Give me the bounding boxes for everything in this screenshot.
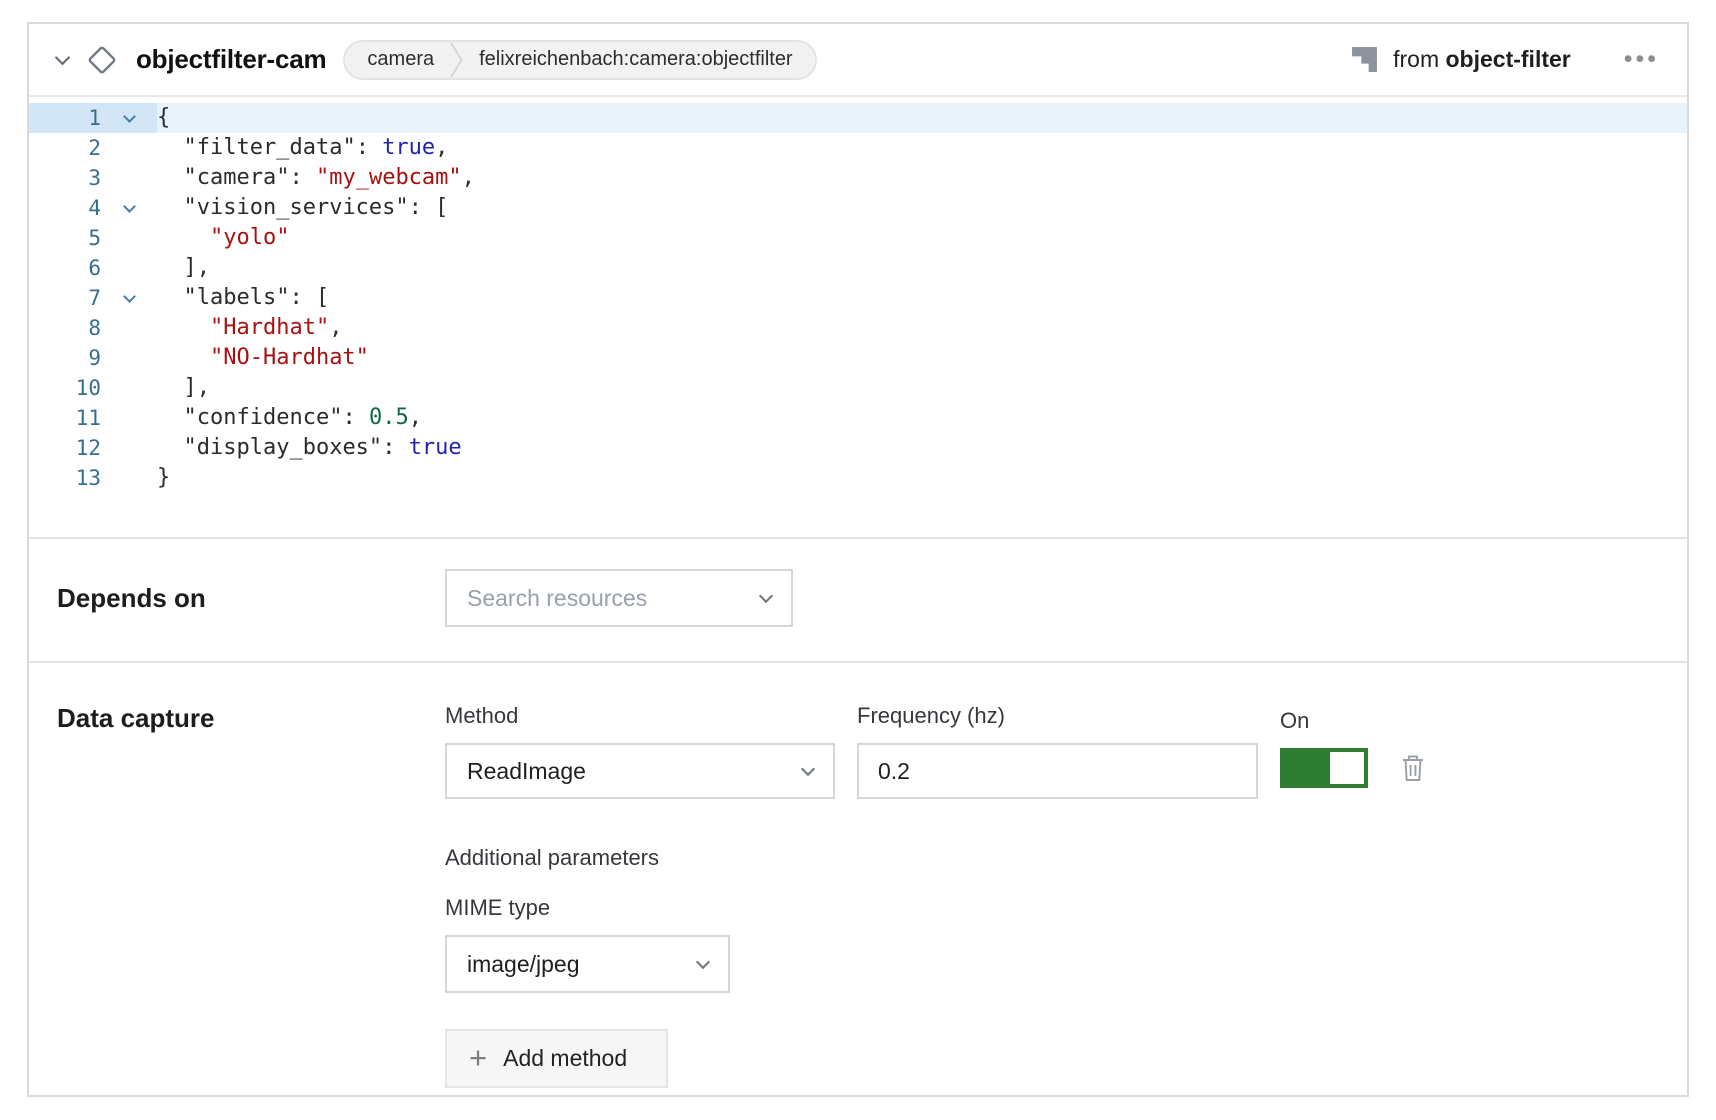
- additional-parameters-label: Additional parameters: [445, 845, 1659, 871]
- fold-chevron-icon[interactable]: [101, 283, 157, 313]
- code-line[interactable]: 8 "Hardhat",: [29, 313, 1687, 343]
- line-number: 4: [29, 193, 101, 223]
- code-line[interactable]: 10 ],: [29, 373, 1687, 403]
- mime-type-select[interactable]: image/jpeg: [445, 935, 730, 993]
- line-number: 5: [29, 223, 101, 253]
- add-method-button[interactable]: + Add method: [445, 1029, 668, 1088]
- code-text: ],: [157, 253, 210, 283]
- method-field-group: Method ReadImage: [445, 703, 835, 799]
- toggle-on-label: On: [1280, 708, 1426, 734]
- plus-icon: +: [469, 1042, 487, 1073]
- code-line[interactable]: 1{: [29, 103, 1687, 133]
- component-title: objectfilter-cam: [136, 44, 326, 75]
- line-number: 6: [29, 253, 101, 283]
- depends-on-heading: Depends on: [57, 583, 445, 614]
- code-text: "filter_data": true,: [157, 133, 448, 163]
- line-number: 12: [29, 433, 101, 463]
- code-line[interactable]: 7 "labels": [: [29, 283, 1687, 313]
- fold-gutter-spacer: [101, 313, 157, 343]
- code-text: "yolo": [157, 223, 289, 253]
- data-capture-heading: Data capture: [57, 703, 445, 734]
- chevron-down-icon: [696, 954, 710, 968]
- fold-chevron-icon[interactable]: [101, 103, 157, 133]
- code-line[interactable]: 13}: [29, 463, 1687, 493]
- depends-on-section: Depends on Search resources: [29, 539, 1687, 663]
- chevron-down-icon: [801, 761, 815, 775]
- fold-gutter-spacer: [101, 463, 157, 493]
- depends-on-search-select[interactable]: Search resources: [445, 569, 793, 627]
- code-text: "display_boxes": true: [157, 433, 462, 463]
- mime-type-value: image/jpeg: [467, 951, 698, 978]
- frequency-input[interactable]: [857, 743, 1258, 799]
- component-diamond-icon: [85, 43, 119, 77]
- chevron-down-icon: [759, 588, 773, 602]
- line-number: 2: [29, 133, 101, 163]
- module-icon: [1351, 46, 1378, 73]
- from-module-label: from object-filter: [1393, 46, 1571, 73]
- overflow-menu-button[interactable]: •••: [1624, 47, 1659, 72]
- code-text: ],: [157, 373, 210, 403]
- method-select[interactable]: ReadImage: [445, 743, 835, 799]
- line-number: 9: [29, 343, 101, 373]
- code-line[interactable]: 5 "yolo": [29, 223, 1687, 253]
- line-number: 3: [29, 163, 101, 193]
- fold-gutter-spacer: [101, 223, 157, 253]
- fold-chevron-icon[interactable]: [101, 193, 157, 223]
- code-text: "Hardhat",: [157, 313, 342, 343]
- code-text: "confidence": 0.5,: [157, 403, 422, 433]
- collapse-chevron-icon[interactable]: [57, 57, 68, 63]
- method-value: ReadImage: [467, 758, 803, 785]
- component-badge: camera felixreichenbach:camera:objectfil…: [343, 40, 816, 80]
- code-line[interactable]: 12 "display_boxes": true: [29, 433, 1687, 463]
- badge-model-label: felixreichenbach:camera:objectfilter: [479, 48, 793, 71]
- search-resources-placeholder: Search resources: [467, 585, 761, 612]
- mime-type-label: MIME type: [445, 895, 1659, 921]
- code-text: "NO-Hardhat": [157, 343, 369, 373]
- code-line[interactable]: 11 "confidence": 0.5,: [29, 403, 1687, 433]
- line-number: 7: [29, 283, 101, 313]
- badge-type-label: camera: [367, 48, 434, 71]
- ellipsis-icon: •••: [1624, 45, 1659, 73]
- fold-gutter-spacer: [101, 133, 157, 163]
- add-method-label: Add method: [503, 1045, 627, 1072]
- data-capture-toggle[interactable]: [1280, 748, 1368, 788]
- capture-toggle-group: On: [1280, 708, 1426, 788]
- frequency-label: Frequency (hz): [857, 703, 1258, 729]
- method-label: Method: [445, 703, 835, 729]
- fold-gutter-spacer: [101, 403, 157, 433]
- line-number: 11: [29, 403, 101, 433]
- data-capture-section: Data capture Method ReadImage Frequency …: [29, 663, 1687, 1097]
- fold-gutter-spacer: [101, 163, 157, 193]
- fold-gutter-spacer: [101, 433, 157, 463]
- fold-gutter-spacer: [101, 343, 157, 373]
- fold-gutter-spacer: [101, 373, 157, 403]
- code-text: }: [157, 463, 170, 493]
- card-header: objectfilter-cam camera felixreichenbach…: [29, 24, 1687, 97]
- badge-separator-icon: [450, 41, 463, 79]
- code-line[interactable]: 2 "filter_data": true,: [29, 133, 1687, 163]
- frequency-field-group: Frequency (hz): [857, 703, 1258, 799]
- code-line[interactable]: 6 ],: [29, 253, 1687, 283]
- code-text: "labels": [: [157, 283, 329, 313]
- fold-gutter-spacer: [101, 253, 157, 283]
- line-number: 8: [29, 313, 101, 343]
- line-number: 10: [29, 373, 101, 403]
- delete-method-button[interactable]: [1400, 753, 1426, 783]
- line-number: 13: [29, 463, 101, 493]
- line-number: 1: [29, 103, 101, 133]
- json-config-editor[interactable]: 1{2 "filter_data": true,3 "camera": "my_…: [29, 97, 1687, 539]
- code-line[interactable]: 4 "vision_services": [: [29, 193, 1687, 223]
- toggle-knob: [1330, 752, 1364, 784]
- code-text: "camera": "my_webcam",: [157, 163, 475, 193]
- code-line[interactable]: 9 "NO-Hardhat": [29, 343, 1687, 373]
- code-text: {: [157, 103, 170, 133]
- component-card: objectfilter-cam camera felixreichenbach…: [27, 22, 1689, 1097]
- trash-icon: [1400, 753, 1426, 783]
- code-text: "vision_services": [: [157, 193, 448, 223]
- code-line[interactable]: 3 "camera": "my_webcam",: [29, 163, 1687, 193]
- header-right: from object-filter •••: [1351, 46, 1659, 73]
